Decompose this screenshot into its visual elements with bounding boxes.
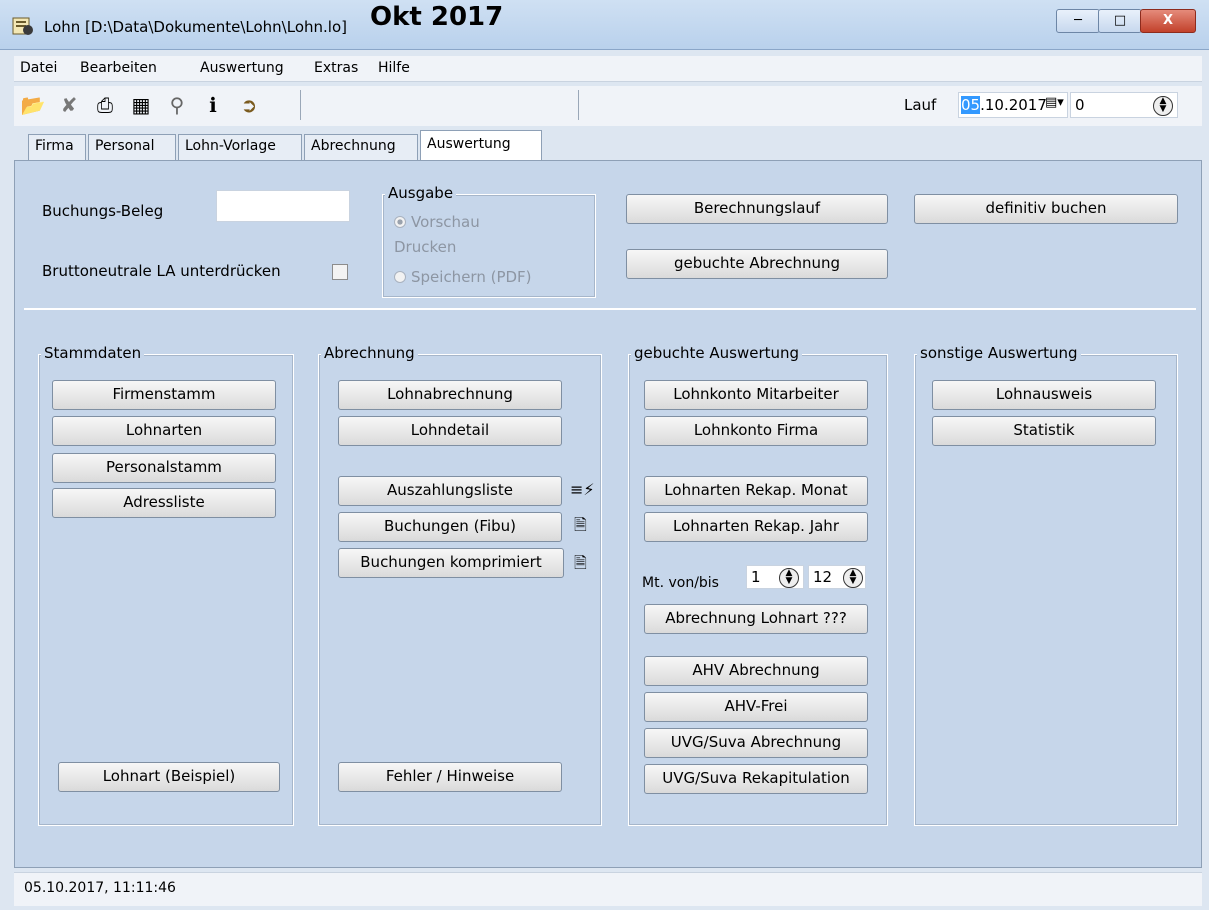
lauf-date-day: 05 xyxy=(961,96,981,114)
tab-auswertung[interactable]: Auswertung xyxy=(420,130,542,161)
lauf-number-field[interactable]: 0 ▲ ▼ xyxy=(1070,92,1178,118)
radio-vorschau[interactable]: Vorschau xyxy=(394,213,480,231)
menu-bar: Datei Bearbeiten Auswertung Extras Hilfe xyxy=(14,56,1202,82)
lauf-date-picker[interactable]: 05.10.2017 ▤▾ xyxy=(958,92,1068,118)
minimize-button[interactable]: ─ xyxy=(1056,9,1100,33)
ahv-frei-button[interactable]: AHV-Frei xyxy=(644,692,868,722)
window-title: Lohn [D:\Data\Dokumente\Lohn\Lohn.lo] xyxy=(44,18,347,36)
menu-extras[interactable]: Extras xyxy=(314,60,358,76)
print-icon[interactable]: ⎙ xyxy=(92,92,118,118)
lohnabrechnung-button[interactable]: Lohnabrechnung xyxy=(338,380,562,410)
app-icon xyxy=(12,16,34,36)
radio-drucken[interactable]: Drucken xyxy=(394,238,456,256)
ahv-abrechnung-button[interactable]: AHV Abrechnung xyxy=(644,656,868,686)
lauf-number-value: 0 xyxy=(1075,96,1085,114)
stammdaten-label: Stammdaten xyxy=(41,344,145,362)
gebuchte-auswertung-label: gebuchte Auswertung xyxy=(631,344,803,362)
auszahlungsliste-button[interactable]: Auszahlungsliste xyxy=(338,476,562,506)
calculator-icon[interactable]: ▦ xyxy=(128,92,154,118)
fehler-hinweise-button[interactable]: Fehler / Hinweise xyxy=(338,762,562,792)
bruttoneutral-checkbox[interactable] xyxy=(332,264,348,280)
menu-hilfe[interactable]: Hilfe xyxy=(378,60,410,76)
tab-lohn-vorlage[interactable]: Lohn-Vorlage xyxy=(178,134,302,160)
lohndetail-button[interactable]: Lohndetail xyxy=(338,416,562,446)
lauf-label: Lauf xyxy=(904,96,937,114)
tab-personal[interactable]: Personal xyxy=(88,134,176,160)
uvg-suva-rekapitulation-button[interactable]: UVG/Suva Rekapitulation xyxy=(644,764,868,794)
lohnausweis-button[interactable]: Lohnausweis xyxy=(932,380,1156,410)
buchungen-komprimiert-button[interactable]: Buchungen komprimiert xyxy=(338,548,564,578)
calendar-dropdown-icon[interactable]: ▤▾ xyxy=(1045,95,1064,110)
menu-bearbeiten[interactable]: Bearbeiten xyxy=(80,60,157,76)
maximize-button[interactable]: □ xyxy=(1098,9,1142,33)
lauf-date-rest: .10.2017 xyxy=(980,96,1047,114)
abrechnung-label: Abrechnung xyxy=(321,344,418,362)
buchungen-fibu-button[interactable]: Buchungen (Fibu) xyxy=(338,512,562,542)
cancel-edit-icon[interactable]: ✘ xyxy=(56,92,82,118)
document-icon[interactable]: 🗎 xyxy=(574,552,587,579)
status-text: 05.10.2017, 11:11:46 xyxy=(24,880,176,896)
firmenstamm-button[interactable]: Firmenstamm xyxy=(52,380,276,410)
tab-bar: Firma Personal Lohn-Vorlage Abrechnung A… xyxy=(14,130,1202,161)
radio-speichern-pdf[interactable]: Speichern (PDF) xyxy=(394,268,532,286)
mt-von-bis-label: Mt. von/bis xyxy=(642,575,719,591)
lohnkonto-mitarbeiter-button[interactable]: Lohnkonto Mitarbeiter xyxy=(644,380,868,410)
lauf-number-spinner[interactable]: ▲ ▼ xyxy=(1153,96,1173,116)
close-button[interactable]: X xyxy=(1140,9,1196,33)
mt-from-spinner[interactable]: ▲ ▼ xyxy=(779,568,799,588)
mt-from-field[interactable]: 1 ▲ ▼ xyxy=(746,565,804,589)
search-icon[interactable]: ⚲ xyxy=(164,92,190,118)
ausgabe-label: Ausgabe xyxy=(385,184,457,202)
tab-abrechnung[interactable]: Abrechnung xyxy=(304,134,418,160)
export-lightning-icon[interactable]: ≡⚡ xyxy=(570,480,595,499)
abrechnung-lohnart-button[interactable]: Abrechnung Lohnart ??? xyxy=(644,604,868,634)
bruttoneutral-label: Bruttoneutrale LA unterdrücken xyxy=(42,262,281,280)
lohnarten-rekap-jahr-button[interactable]: Lohnarten Rekap. Jahr xyxy=(644,512,868,542)
menu-auswertung[interactable]: Auswertung xyxy=(200,60,284,76)
mt-to-spinner[interactable]: ▲ ▼ xyxy=(843,568,863,588)
exit-icon[interactable]: ➲ xyxy=(236,92,262,118)
toolbar-separator xyxy=(300,90,301,120)
definitiv-buchen-button[interactable]: definitiv buchen xyxy=(914,194,1178,224)
mt-to-field[interactable]: 12 ▲ ▼ xyxy=(808,565,866,589)
personalstamm-button[interactable]: Personalstamm xyxy=(52,453,276,483)
statistik-button[interactable]: Statistik xyxy=(932,416,1156,446)
lohnkonto-firma-button[interactable]: Lohnkonto Firma xyxy=(644,416,868,446)
lohnarten-rekap-monat-button[interactable]: Lohnarten Rekap. Monat xyxy=(644,476,868,506)
open-folder-icon[interactable]: 📂 xyxy=(20,92,46,118)
mt-to-value: 12 xyxy=(813,568,833,586)
tab-firma[interactable]: Firma xyxy=(28,134,86,160)
status-bar xyxy=(14,872,1202,906)
period-title: Okt 2017 xyxy=(370,2,504,32)
berechnungslauf-button[interactable]: Berechnungslauf xyxy=(626,194,888,224)
uvg-suva-abrechnung-button[interactable]: UVG/Suva Abrechnung xyxy=(644,728,868,758)
lohnarten-button[interactable]: Lohnarten xyxy=(52,416,276,446)
top-section xyxy=(24,168,1196,310)
gebuchte-abrechnung-button[interactable]: gebuchte Abrechnung xyxy=(626,249,888,279)
buchungs-beleg-label: Buchungs-Beleg xyxy=(42,202,164,220)
buchungs-beleg-input[interactable] xyxy=(216,190,350,222)
menu-datei[interactable]: Datei xyxy=(20,60,57,76)
lohnart-beispiel-button[interactable]: Lohnart (Beispiel) xyxy=(58,762,280,792)
adressliste-button[interactable]: Adressliste xyxy=(52,488,276,518)
toolbar-separator xyxy=(578,90,579,120)
document-icon[interactable]: 🗎 xyxy=(574,514,587,541)
sonstige-auswertung-label: sonstige Auswertung xyxy=(917,344,1081,362)
info-icon[interactable]: ℹ xyxy=(200,92,226,118)
mt-from-value: 1 xyxy=(751,568,761,586)
